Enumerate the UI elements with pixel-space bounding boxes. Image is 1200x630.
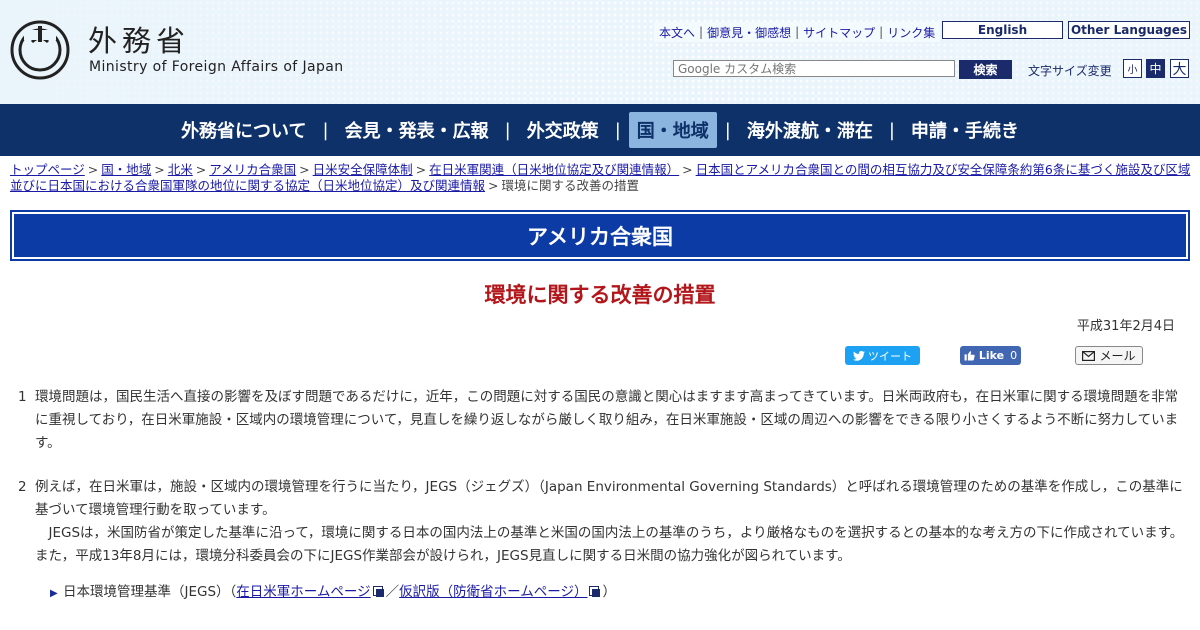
english-button[interactable]: English xyxy=(942,21,1063,39)
nav-item-about[interactable]: 外務省について xyxy=(173,112,314,148)
utility-separator: | xyxy=(795,25,800,39)
tweet-label: ツイート xyxy=(868,349,912,363)
global-nav: 外務省について | 会見・発表・広報 | 外交政策 | 国・地域 | 海外渡航・… xyxy=(0,104,1200,156)
nav-item-procedures[interactable]: 申請・手続き xyxy=(903,112,1027,148)
like-count: 0 xyxy=(1010,349,1018,362)
nav-item-press[interactable]: 会見・発表・広報 xyxy=(337,112,497,148)
like-label: Like xyxy=(978,349,1005,362)
section-title: アメリカ合衆国 xyxy=(14,214,1186,257)
breadcrumb-separator: > xyxy=(415,162,427,177)
mofa-logo-icon[interactable] xyxy=(10,20,70,80)
search-button[interactable]: 検索 xyxy=(959,60,1012,79)
related-links: ▶ 日本環境管理基準（JEGS）（在日米軍ホームページ ／仮訳版（防衛省ホームページ… xyxy=(50,582,616,604)
section-band: アメリカ合衆国 xyxy=(10,210,1190,261)
nav-separator: | xyxy=(504,119,511,141)
paragraph-number-1: 1 xyxy=(18,389,27,405)
utility-link-feedback[interactable]: 御意見・御感想 xyxy=(706,24,792,41)
nav-item-policy[interactable]: 外交政策 xyxy=(519,112,607,148)
other-languages-button[interactable]: Other Languages xyxy=(1068,21,1190,39)
mail-icon xyxy=(1082,350,1096,361)
breadcrumb-link-top[interactable]: トップページ xyxy=(10,162,85,177)
page-title: 環境に関する改善の措置 xyxy=(484,283,716,307)
external-link-icon xyxy=(372,586,384,597)
utility-separator: | xyxy=(879,25,884,39)
paragraph-2b: JEGSは，米国防省が策定した基準に沿って，環境に関する日本の国内法上の基準と米… xyxy=(35,525,1184,564)
breadcrumb-separator: > xyxy=(87,162,99,177)
utility-separator: | xyxy=(699,25,704,39)
utility-link-links[interactable]: リンク集 xyxy=(886,24,936,41)
breadcrumb-separator: > xyxy=(682,162,693,177)
utility-link-sitemap[interactable]: サイトマップ xyxy=(802,24,876,41)
utility-link-main-content[interactable]: 本文へ xyxy=(658,24,696,41)
nav-separator: | xyxy=(322,119,329,141)
paragraph-number-2: 2 xyxy=(18,479,27,495)
link-separator: ／ xyxy=(385,584,400,600)
link-item-label: 日本環境管理基準（JEGS）（ xyxy=(63,584,237,600)
mail-label: メール xyxy=(1099,349,1136,363)
nav-separator: | xyxy=(614,119,621,141)
site-title-en[interactable]: Ministry of Foreign Affairs of Japan xyxy=(89,59,344,75)
breadcrumb-separator: > xyxy=(299,162,310,177)
paragraph-2a: 例えば，在日米軍は，施設・区域内の環境管理を行うに当たり，JEGS（ジェグズ）（… xyxy=(35,479,1183,518)
breadcrumb-link-usfj[interactable]: 在日米軍関連（日米地位協定及び関連情報） xyxy=(429,162,679,177)
font-size-label: 文字サイズ変更 xyxy=(1028,64,1112,78)
font-size-large-button[interactable]: 大 xyxy=(1170,59,1189,78)
breadcrumb-link-region[interactable]: 国・地域 xyxy=(101,162,151,177)
nav-separator: | xyxy=(888,119,895,141)
bullet-triangle-icon: ▶ xyxy=(50,588,58,599)
mail-share-button[interactable]: メール xyxy=(1075,346,1143,365)
external-link-icon xyxy=(589,586,601,597)
breadcrumb-separator: > xyxy=(154,162,165,177)
nav-item-countries[interactable]: 国・地域 xyxy=(628,112,717,148)
nav-item-travel[interactable]: 海外渡航・滞在 xyxy=(739,112,881,148)
font-size-medium-button[interactable]: 中 xyxy=(1146,59,1165,78)
tweet-button[interactable]: ツイート xyxy=(845,346,920,365)
nav-separator: | xyxy=(724,119,731,141)
breadcrumb-link-north-america[interactable]: 北米 xyxy=(168,162,193,177)
thumbs-up-icon xyxy=(964,351,975,361)
site-header: 外務省 Ministry of Foreign Affairs of Japan… xyxy=(0,0,1200,104)
breadcrumb-separator: > xyxy=(195,162,207,177)
publish-date: 平成31年2月4日 xyxy=(1076,319,1175,334)
breadcrumb-current: 環境に関する改善の措置 xyxy=(501,178,640,193)
usfj-homepage-link[interactable]: 在日米軍ホームページ xyxy=(236,584,370,600)
search-input[interactable] xyxy=(673,60,955,77)
site-title-ja[interactable]: 外務省 xyxy=(88,18,190,60)
utility-links: 本文へ | 御意見・御感想 | サイトマップ | リンク集 xyxy=(654,22,941,42)
mod-translation-link[interactable]: 仮訳版（防衛省ホームページ） xyxy=(399,584,587,600)
breadcrumb-link-security[interactable]: 日米安全保障体制 xyxy=(313,162,413,177)
facebook-like-button[interactable]: Like 0 xyxy=(960,346,1021,365)
paragraph-1: 環境問題は，国民生活へ直接の影響を及ぼす問題であるだけに，近年，この問題に対する… xyxy=(35,389,1179,451)
breadcrumb: トップページ > 国・地域 > 北米 > アメリカ合衆国 > 日米安全保障体制 > 在日米軍関連（日… xyxy=(10,162,1198,194)
twitter-bird-icon xyxy=(853,350,865,361)
breadcrumb-separator: > xyxy=(488,178,499,193)
font-size-small-button[interactable]: 小 xyxy=(1123,59,1142,78)
breadcrumb-link-usa[interactable]: アメリカ合衆国 xyxy=(209,162,296,177)
link-close: ） xyxy=(602,584,616,600)
